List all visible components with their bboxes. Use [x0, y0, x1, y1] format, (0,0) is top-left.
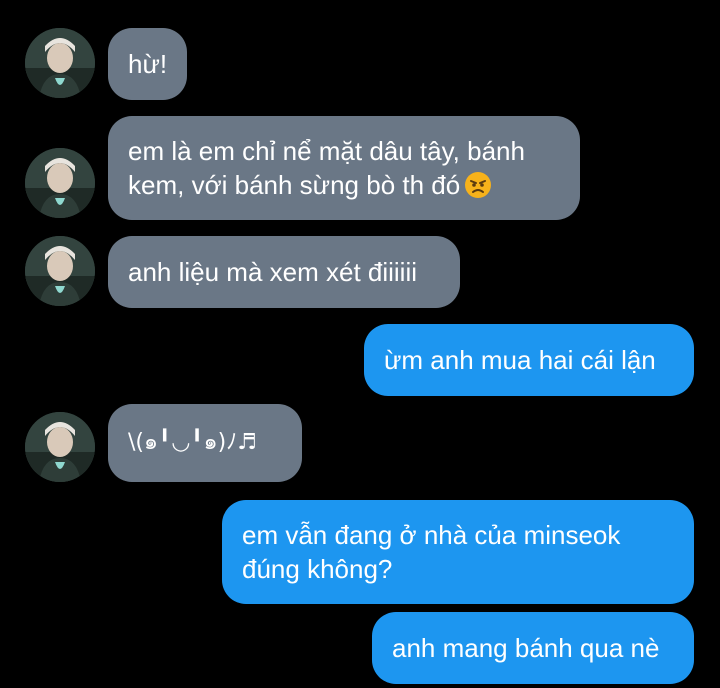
message-bubble-outgoing[interactable]: anh mang bánh qua nè	[372, 612, 694, 684]
message-row: anh mang bánh qua nè	[0, 612, 720, 684]
message-bubble-incoming[interactable]: hừ!	[108, 28, 188, 100]
message-bubble-outgoing[interactable]: ừm anh mua hai cái lận	[364, 324, 694, 396]
message-text-line: em vẫn đang ở nhà của minseok	[242, 520, 621, 550]
message-bubble-outgoing[interactable]: em vẫn đang ở nhà của minseok đúng không…	[222, 500, 694, 604]
message-text: \(๑╹◡╹๑)ﾉ♬	[128, 430, 257, 455]
avatar[interactable]	[25, 236, 95, 306]
message-bubble-incoming[interactable]: anh liệu mà xem xét điiiiii	[108, 236, 460, 308]
message-row: \(๑╹◡╹๑)ﾉ♬	[0, 404, 720, 484]
message-text-line: em là em chỉ nể mặt dâu tây, bánh	[128, 136, 525, 166]
avatar[interactable]	[25, 28, 95, 98]
message-row: hừ!	[0, 28, 720, 100]
message-row: em vẫn đang ở nhà của minseok đúng không…	[0, 500, 720, 604]
message-row: ừm anh mua hai cái lận	[0, 324, 720, 396]
avatar[interactable]	[25, 148, 95, 218]
message-text: ừm anh mua hai cái lận	[384, 345, 656, 375]
message-text: hừ!	[128, 49, 168, 79]
message-row: anh liệu mà xem xét điiiiii	[0, 236, 720, 308]
message-bubble-incoming[interactable]: em là em chỉ nể mặt dâu tây, bánh kem, v…	[108, 116, 580, 220]
message-row: em là em chỉ nể mặt dâu tây, bánh kem, v…	[0, 116, 720, 220]
message-text: anh liệu mà xem xét điiiiii	[128, 257, 418, 287]
message-bubble-incoming[interactable]: \(๑╹◡╹๑)ﾉ♬	[108, 404, 302, 482]
avatar[interactable]	[25, 412, 95, 482]
message-text: anh mang bánh qua nè	[392, 633, 660, 663]
message-text: kem, với bánh sừng bò th đó	[128, 170, 461, 200]
message-text-line: kem, với bánh sừng bò th đó	[128, 168, 560, 202]
angry-face-icon	[464, 171, 492, 199]
message-text-line: đúng không?	[242, 554, 393, 584]
